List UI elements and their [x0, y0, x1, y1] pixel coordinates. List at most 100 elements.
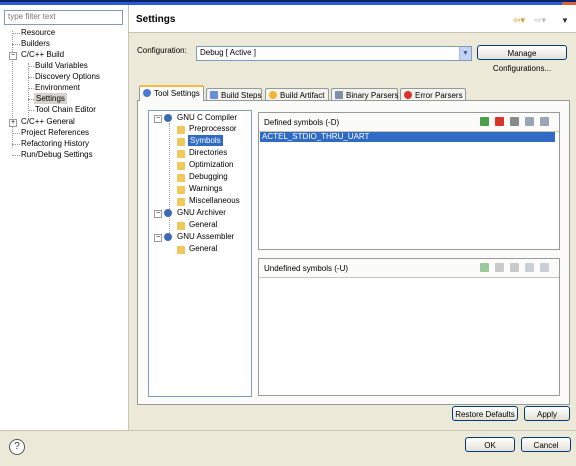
gear-icon	[164, 209, 172, 217]
filter-field[interactable]	[4, 10, 123, 25]
ok-button[interactable]: OK	[465, 437, 515, 452]
undefined-symbols-title: Undefined symbols (-U)	[264, 264, 349, 273]
tree-item-optimization[interactable]: Optimization	[189, 159, 233, 170]
undefined-symbols-header: Undefined symbols (-U)	[259, 259, 559, 278]
page-header: Settings ⇦▾ ⇨▾ ▼	[129, 5, 576, 32]
dialog-button-bar: ? OK Cancel	[0, 430, 576, 466]
tree-branch	[12, 44, 20, 45]
tree-item-warnings[interactable]: Warnings	[189, 183, 223, 194]
manage-configurations-button[interactable]: Manage Configurations...	[477, 45, 567, 73]
folder-icon	[177, 150, 185, 158]
folder-icon	[177, 126, 185, 134]
cancel-button[interactable]: Cancel	[521, 437, 571, 452]
forward-arrow-icon[interactable]: ⇨▾	[534, 15, 546, 26]
tree-item-builders[interactable]: Builders	[21, 38, 50, 49]
tab-label: Build Artifact	[280, 91, 325, 100]
tree-item-settings[interactable]: Settings	[34, 93, 67, 104]
tab-tool-settings[interactable]: Tool Settings	[139, 85, 204, 101]
tree-item-archiver-general[interactable]: General	[189, 219, 217, 230]
tree-item-gnu-c-compiler[interactable]: GNU C Compiler	[177, 112, 237, 123]
move-down-icon[interactable]	[540, 263, 549, 272]
tree-branch	[12, 33, 20, 34]
configuration-select[interactable]: Debug [ Active ] ▼	[196, 46, 472, 61]
tree-item-refactoring-history[interactable]: Refactoring History	[21, 138, 89, 149]
view-menu-icon[interactable]: ▼	[561, 16, 569, 25]
error-parsers-icon	[404, 91, 412, 99]
tree-item-directories[interactable]: Directories	[189, 147, 227, 158]
tree-item-preprocessor[interactable]: Preprocessor	[189, 123, 237, 134]
tree-item-project-references[interactable]: Project References	[21, 127, 89, 138]
build-steps-icon	[210, 91, 218, 99]
tab-label: Error Parsers	[415, 91, 463, 100]
undefined-symbols-toolbar	[474, 263, 549, 274]
chevron-down-icon[interactable]: ▼	[459, 47, 471, 60]
defined-symbols-header: Defined symbols (-D)	[259, 113, 559, 132]
tree-item-gnu-archiver[interactable]: GNU Archiver	[177, 207, 226, 218]
collapse-icon[interactable]: −	[9, 52, 17, 60]
tree-item-assembler-general[interactable]: General	[189, 243, 217, 254]
tree-branch	[12, 144, 20, 145]
list-item[interactable]: ACTEL_STDIO_THRU_UART	[260, 132, 555, 142]
tree-item-discovery-options[interactable]: Discovery Options	[35, 71, 100, 82]
delete-icon[interactable]	[495, 263, 504, 272]
tree-branch	[28, 66, 34, 67]
configuration-value: Debug [ Active ]	[200, 48, 257, 57]
expand-icon[interactable]: +	[9, 119, 17, 127]
undefined-symbols-group: Undefined symbols (-U)	[258, 258, 560, 396]
add-icon[interactable]	[480, 117, 489, 126]
configuration-label: Configuration:	[137, 46, 187, 55]
restore-defaults-button[interactable]: Restore Defaults	[452, 406, 518, 421]
collapse-icon[interactable]: −	[154, 115, 162, 123]
gear-icon	[164, 114, 172, 122]
tool-settings-tree: − GNU C Compiler Preprocessor Symbols Di…	[148, 110, 252, 397]
tab-label: Build Steps	[221, 91, 262, 100]
tool-settings-icon	[143, 89, 151, 97]
folder-icon	[177, 186, 185, 194]
move-down-icon[interactable]	[540, 117, 549, 126]
property-page-tree-pane: Resource Builders − C/C++ Build Build Va…	[0, 5, 129, 430]
tree-branch	[28, 88, 34, 89]
filter-input[interactable]	[5, 11, 120, 22]
edit-icon[interactable]	[510, 117, 519, 126]
folder-icon	[177, 138, 185, 146]
apply-button[interactable]: Apply	[524, 406, 570, 421]
folder-icon	[177, 222, 185, 230]
defined-symbols-toolbar	[474, 117, 549, 128]
defined-symbols-title: Defined symbols (-D)	[264, 118, 340, 127]
tree-item-debugging[interactable]: Debugging	[189, 171, 228, 182]
delete-icon[interactable]	[495, 117, 504, 126]
folder-icon	[177, 162, 185, 170]
move-up-icon[interactable]	[525, 263, 534, 272]
tree-item-build-variables[interactable]: Build Variables	[35, 60, 88, 71]
tree-item-resource[interactable]: Resource	[21, 27, 55, 38]
tree-branch	[28, 110, 34, 111]
tree-item-symbols[interactable]: Symbols	[188, 135, 223, 146]
tab-label: Tool Settings	[154, 89, 200, 98]
page-title: Settings	[136, 14, 176, 25]
defined-symbols-group: Defined symbols (-D) ACTEL_STDIO_THRU_UA…	[258, 112, 560, 250]
binary-parsers-icon	[335, 91, 343, 99]
gear-icon	[164, 233, 172, 241]
folder-icon	[177, 198, 185, 206]
move-up-icon[interactable]	[525, 117, 534, 126]
tree-item-run-debug-settings[interactable]: Run/Debug Settings	[21, 149, 93, 160]
build-artifact-icon	[269, 91, 277, 99]
tree-item-cc-general[interactable]: C/C++ General	[21, 116, 75, 127]
back-arrow-icon[interactable]: ⇦▾	[513, 15, 525, 26]
folder-icon	[177, 174, 185, 182]
tree-item-tool-chain-editor[interactable]: Tool Chain Editor	[35, 104, 96, 115]
add-icon[interactable]	[480, 263, 489, 272]
collapse-icon[interactable]: −	[154, 210, 162, 218]
collapse-icon[interactable]: −	[154, 234, 162, 242]
help-icon[interactable]: ?	[9, 439, 25, 455]
tree-item-gnu-assembler[interactable]: GNU Assembler	[177, 231, 234, 242]
header-divider	[129, 32, 576, 33]
tree-item-environment[interactable]: Environment	[35, 82, 80, 93]
tree-branch	[28, 77, 34, 78]
tree-guide-line	[12, 31, 13, 148]
tree-branch	[12, 133, 20, 134]
edit-icon[interactable]	[510, 263, 519, 272]
tree-item-cc-build[interactable]: C/C++ Build	[21, 49, 64, 60]
tree-guide-line	[28, 63, 29, 117]
tree-item-miscellaneous[interactable]: Miscellaneous	[189, 195, 240, 206]
